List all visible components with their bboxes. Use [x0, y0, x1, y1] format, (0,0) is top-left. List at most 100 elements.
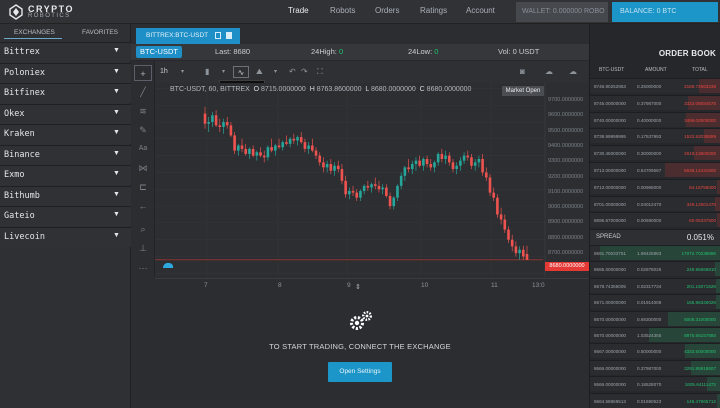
chevron-down-icon[interactable]: ▼ — [113, 232, 120, 239]
fib-tool-icon[interactable]: ≋ — [134, 103, 152, 119]
tab-favorites[interactable]: FAVORITES — [82, 29, 118, 36]
ask-row[interactable]: 8745.00000000 0.37987000 3322.08084575 — [590, 94, 720, 110]
copy-icon[interactable] — [215, 32, 221, 39]
open-settings-button[interactable]: Open Settings — [328, 362, 392, 382]
indicators-dropdown-icon[interactable]: ▾ — [274, 66, 277, 78]
last-label: Last: — [215, 47, 232, 56]
chevron-down-icon[interactable]: ▼ — [113, 211, 120, 218]
current-price-tag: 8680.0000000 — [545, 262, 589, 271]
nav-robots[interactable]: Robots — [330, 6, 355, 15]
exchange-item-livecoin[interactable]: Livecoin ▼ — [0, 226, 131, 247]
screenshot-icon[interactable]: ◙ — [520, 66, 525, 78]
ask-row[interactable]: 8713.00000000 0.64709587 5638.14431500 — [590, 162, 720, 177]
cloud-save-icon[interactable]: ☁ — [569, 66, 577, 78]
chevron-down-icon[interactable]: ▼ — [113, 129, 120, 136]
last-value: 8680 — [233, 47, 251, 56]
fullscreen-icon[interactable]: ⛶ — [317, 66, 323, 78]
exchange-item-bithumb[interactable]: Bithumb ▼ — [0, 185, 131, 206]
ask-row[interactable]: 8746.90252953 0.25000000 2186.72563238 — [590, 78, 720, 93]
cloud-load-icon[interactable]: ☁ — [545, 66, 553, 78]
bid-row[interactable]: 8667.00000000 0.50000000 4333.50000000 — [590, 343, 720, 359]
chevron-down-icon[interactable]: ▼ — [113, 88, 120, 95]
chevron-down-icon[interactable]: ▼ — [113, 47, 120, 54]
close-key: C — [419, 86, 425, 93]
candle-body — [459, 160, 462, 166]
chevron-down-icon[interactable]: ▼ — [113, 170, 120, 177]
exchange-item-exmo[interactable]: Exmo ▼ — [0, 165, 131, 185]
more-tools-icon[interactable]: ⋯ — [134, 260, 152, 276]
redo-icon[interactable]: ↷ — [301, 66, 308, 78]
exchange-item-bitfinex[interactable]: Bitfinex ▼ — [0, 83, 131, 103]
candle-body — [237, 145, 240, 151]
low-key: L — [365, 86, 370, 93]
crosshair-tool-icon[interactable]: + — [134, 65, 152, 81]
drag-handle-icon[interactable]: ⇕ — [355, 283, 361, 291]
ob-total: 3322.08084575 — [684, 100, 716, 106]
bid-row[interactable]: 8678.74356005 0.02317734 201.15071626 — [590, 277, 720, 293]
nav-ratings[interactable]: Ratings — [420, 6, 447, 15]
zoom-icon[interactable]: ⌕ — [134, 221, 152, 237]
exchange-item-bittrex[interactable]: Bittrex ▼ — [0, 42, 131, 62]
ask-row[interactable]: 8730.45000000 0.30000000 2619.13500000 — [590, 145, 720, 161]
indicators-icon[interactable]: ⛰ — [256, 66, 263, 78]
text-tool-icon[interactable]: Aa — [134, 141, 152, 157]
chevron-down-icon[interactable]: ▼ — [113, 191, 120, 198]
close-tab-icon[interactable] — [226, 32, 232, 39]
interval-selector[interactable]: 1h — [160, 66, 178, 78]
bid-row[interactable]: 8666.00000000 0.18528070 1605.64111472 — [590, 376, 720, 392]
ob-header-total: TOTAL — [692, 67, 708, 73]
tab-exchanges[interactable]: EXCHANGES — [14, 29, 55, 36]
order-book-title: ORDER BOOK — [658, 49, 716, 58]
ask-row[interactable]: 8740.00000000 0.40000000 3496.00000000 — [590, 111, 720, 127]
bid-row[interactable]: 8691.70033751 1.98425883 17072.70239686 — [590, 245, 720, 260]
low-value-legend: 8680.0000000 — [370, 86, 416, 93]
bid-row[interactable]: 8685.00000000 0.02878026 249.95669810 — [590, 261, 720, 277]
ask-row[interactable]: 8696.67000000 0.00690000 60.06337500 — [590, 212, 720, 228]
undo-icon[interactable]: ↶ — [289, 66, 296, 78]
chart-properties-icon[interactable]: ∿ — [233, 66, 249, 78]
pair-tab[interactable]: BITTREX:BTC-USDT — [136, 28, 240, 44]
trend-line-tool-icon[interactable]: ╱ — [134, 84, 152, 100]
exchange-item-poloniex[interactable]: Poloniex ▼ — [0, 62, 131, 83]
bid-row[interactable]: 8664.58869513 0.01690523 146.47865712 — [590, 392, 720, 408]
candle-body — [373, 184, 377, 186]
exchange-label: Livecoin — [4, 231, 45, 242]
exchange-item-gateio[interactable]: Gateio ▼ — [0, 206, 131, 226]
exchange-item-okex[interactable]: Okex ▼ — [0, 103, 131, 124]
ask-row[interactable]: 8713.00000000 0.00966000 84.16758000 — [590, 178, 720, 194]
candle-body — [440, 153, 444, 159]
ask-row[interactable]: 8701.00000000 0.04012470 349.12501470 — [590, 195, 720, 211]
bid-row[interactable]: 8671.00000000 0.01914006 165.96346026 — [590, 294, 720, 310]
pattern-tool-icon[interactable]: ⋈ — [134, 160, 152, 176]
candle-body — [488, 177, 492, 193]
nav-trade[interactable]: Trade — [288, 6, 309, 15]
btc-balance[interactable]: BALANCE: 0 BTC — [612, 2, 718, 22]
exchange-item-binance[interactable]: Binance ▼ — [0, 144, 131, 165]
candle-body — [322, 162, 325, 168]
ob-amount: 0.50000000 — [637, 349, 662, 355]
candle-body — [433, 162, 436, 168]
candle-style-icon[interactable]: ▮ — [205, 66, 209, 78]
chevron-down-icon[interactable]: ▼ — [113, 109, 120, 116]
candlestick-chart[interactable] — [155, 83, 589, 277]
exchange-item-kraken[interactable]: Kraken ▼ — [0, 124, 131, 144]
bid-row[interactable]: 8670.00000000 1.03524355 8975.56157850 — [590, 327, 720, 342]
bid-row[interactable]: 8670.00000000 0.69300000 6008.31000000 — [590, 310, 720, 326]
bid-row[interactable]: 8666.00000000 0.37987000 3291.95918607 — [590, 359, 720, 375]
candle-body — [303, 142, 307, 149]
nav-orders[interactable]: Orders — [375, 6, 399, 15]
app-logo[interactable]: CRYPTO ROBOTICS — [8, 3, 128, 21]
chevron-down-icon[interactable]: ▼ — [113, 68, 120, 75]
prediction-tool-icon[interactable]: ⊏ — [134, 179, 152, 195]
back-arrow-icon[interactable]: ← — [134, 198, 152, 214]
candle-body — [233, 135, 236, 151]
brush-tool-icon[interactable]: ✎ — [134, 122, 152, 138]
chevron-down-icon[interactable]: ▼ — [113, 150, 120, 157]
ob-price: 8713.00000000 — [594, 168, 626, 173]
interval-dropdown-icon[interactable]: ▾ — [181, 66, 184, 78]
nav-account[interactable]: Account — [466, 6, 495, 15]
measure-icon[interactable]: ⊥ — [134, 240, 152, 256]
style-dropdown-icon[interactable]: ▾ — [222, 66, 225, 78]
ask-row[interactable]: 8739.99999995 0.17537993 1532.82035899 — [590, 128, 720, 144]
candle-body — [399, 175, 403, 186]
